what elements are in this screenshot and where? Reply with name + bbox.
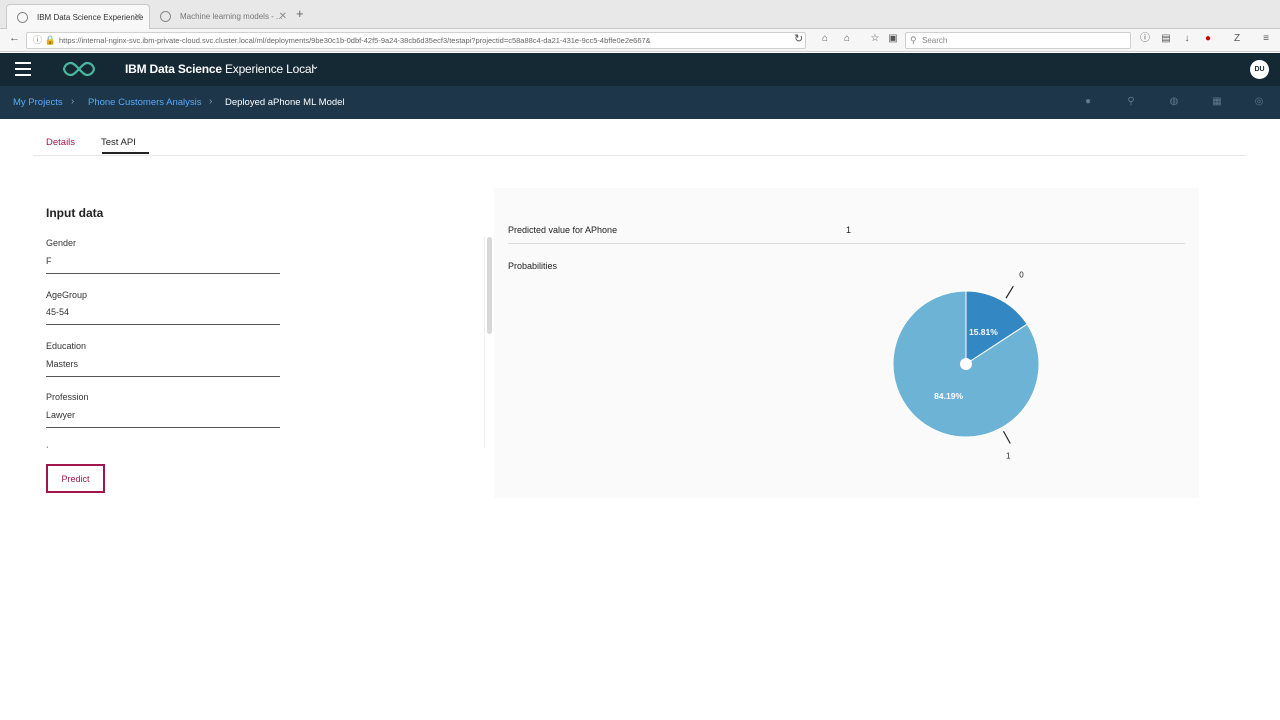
favicon-icon [17, 12, 28, 23]
close-icon[interactable]: ✕ [279, 4, 287, 29]
pie-leader-line [1005, 285, 1014, 299]
new-tab-icon[interactable]: + [296, 6, 304, 21]
search-bar[interactable]: ⚲ Search [905, 32, 1131, 49]
gender-label: Gender [46, 238, 77, 248]
education-label: Education [46, 341, 87, 351]
pie-category-label: 0 [1019, 270, 1024, 279]
back-icon[interactable]: ← [9, 32, 20, 44]
download-icon[interactable]: ↓ [1180, 32, 1194, 46]
zotero-icon[interactable]: Z [1230, 32, 1244, 46]
education-field[interactable]: Masters [46, 359, 280, 377]
compass-icon[interactable]: ◎ [1253, 96, 1265, 108]
url-bar[interactable]: ⓘ 🔒 https://internal-nginx-svc.ibm-priva… [26, 32, 806, 49]
app-header: IBM Data Science Experience Local ⌄ DU [0, 53, 1280, 86]
browser-tab-inactive[interactable]: Machine learning models - ... ✕ [150, 4, 294, 29]
star-icon[interactable]: ☆ [868, 32, 882, 46]
tabs-divider [33, 155, 1246, 156]
chevron-right-icon: › [209, 96, 213, 107]
clipboard-icon[interactable]: ▣ [886, 32, 900, 46]
pie-value-label: 84.19% [934, 391, 963, 401]
predict-button[interactable]: Predict [46, 464, 105, 493]
info-icon[interactable]: ⓘ [1138, 32, 1152, 46]
menu-icon[interactable]: ≡ [1259, 32, 1273, 46]
profession-label: Profession [46, 392, 89, 402]
result-panel: Predicted value for APhone 1 Probabiliti… [494, 188, 1199, 498]
browser-tab-label: Machine learning models - ... [180, 12, 283, 21]
pie-center-dot [960, 358, 972, 370]
chevron-right-icon: › [71, 96, 75, 107]
pie-value-label: 15.81% [969, 327, 998, 337]
agegroup-label: AgeGroup [46, 290, 88, 300]
search-placeholder: Search [922, 36, 948, 45]
browser-tab-label: IBM Data Science Experience [37, 13, 144, 22]
close-icon[interactable]: ✕ [134, 5, 142, 29]
grid-icon[interactable]: ▦ [1211, 96, 1223, 108]
info-icon[interactable]: ● [1082, 96, 1094, 108]
hamburger-menu-icon[interactable] [15, 62, 31, 76]
chevron-down-icon[interactable]: ⌄ [311, 61, 319, 72]
pie-category-label: 1 [1006, 451, 1011, 460]
adblock-icon[interactable]: ● [1201, 32, 1215, 46]
form-scrollbar-thumb[interactable] [487, 237, 492, 334]
url-text: https://internal-nginx-svc.ibm-private-c… [59, 36, 651, 45]
active-tab-indicator [102, 152, 149, 154]
breadcrumb-project[interactable]: Phone Customers Analysis [88, 97, 202, 108]
favicon-icon [160, 11, 171, 22]
income-label: Income [46, 443, 86, 448]
tab-details[interactable]: Details [46, 137, 75, 148]
browser-tab-bar: IBM Data Science Experience ✕ Machine le… [0, 0, 1280, 29]
breadcrumb-my-projects[interactable]: My Projects [13, 97, 63, 108]
bookmark-home-icon[interactable]: ⌂ [840, 32, 854, 46]
probability-pie-chart: 15.81% 0 84.19% 1 [892, 270, 1040, 460]
gender-field[interactable]: F [46, 256, 280, 274]
breadcrumb-current: Deployed aPhone ML Model [225, 97, 345, 108]
search-icon: ⚲ [910, 35, 917, 45]
pie-leader-line [1002, 430, 1011, 444]
input-data-title: Input data [46, 206, 104, 220]
agegroup-field[interactable]: 45-54 [46, 307, 280, 325]
reader-icon[interactable]: ▤ [1159, 32, 1173, 46]
browser-tab-active[interactable]: IBM Data Science Experience ✕ [6, 4, 150, 29]
browser-nav-bar: ← ⓘ 🔒 https://internal-nginx-svc.ibm-pri… [0, 29, 1280, 52]
app-title-light: Experience Local [224, 62, 314, 76]
home-icon[interactable]: ⌂ [818, 32, 832, 46]
dsx-logo-icon[interactable] [62, 61, 96, 77]
comment-icon[interactable]: ◍ [1168, 96, 1180, 108]
search-icon[interactable]: ⚲ [1125, 96, 1137, 108]
app-title[interactable]: IBM Data Science Experience Local [125, 62, 314, 76]
site-info-icon[interactable]: ⓘ 🔒 [33, 33, 56, 48]
app-title-bold: IBM Data Science [125, 62, 222, 76]
tab-test-api[interactable]: Test API [101, 137, 136, 148]
reload-icon[interactable]: ↻ [794, 32, 803, 45]
avatar[interactable]: DU [1250, 60, 1269, 79]
profession-field[interactable]: Lawyer [46, 410, 280, 428]
breadcrumb: My Projects › Phone Customers Analysis ›… [0, 86, 1280, 119]
